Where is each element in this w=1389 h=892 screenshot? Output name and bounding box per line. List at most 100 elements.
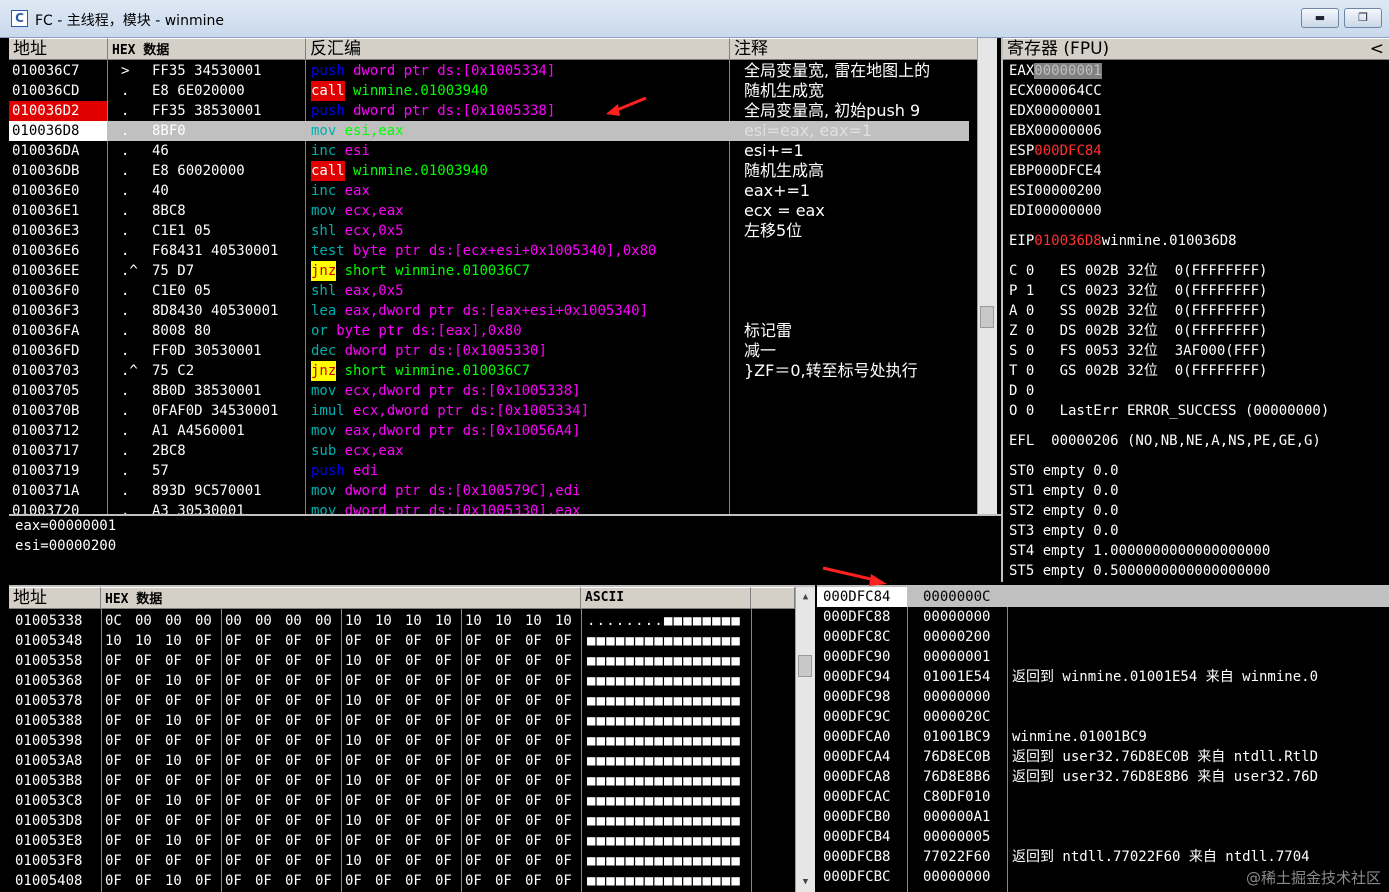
- dump-byte[interactable]: 0F: [165, 851, 182, 871]
- dump-byte[interactable]: 0F: [555, 871, 572, 891]
- dump-byte[interactable]: 0F: [495, 711, 512, 731]
- dump-byte[interactable]: 0F: [405, 631, 422, 651]
- stack-row[interactable]: 000DFC8C 00000200: [817, 627, 1389, 647]
- dump-byte[interactable]: 0F: [315, 651, 332, 671]
- disasm-row[interactable]: 010036EE .^ 75 D7 jnz short winmine.010036C7: [9, 261, 969, 281]
- dump-byte[interactable]: 0F: [195, 791, 212, 811]
- scrollbar-thumb[interactable]: [980, 306, 994, 328]
- dump-byte[interactable]: 10: [165, 831, 182, 851]
- dump-byte[interactable]: 0F: [345, 631, 362, 651]
- dump-byte[interactable]: 00: [165, 611, 182, 631]
- dump-byte[interactable]: 0F: [195, 831, 212, 851]
- stack-row[interactable]: 000DFC88 00000000: [817, 607, 1389, 627]
- dump-row[interactable]: 01005378 0F 0F 0F 0F 0F 0F 0F 0F 10 0F 0F 0F 0F 0F 0F 0F…: [9, 691, 795, 711]
- register-row-eip[interactable]: EIP010036D8winmine.010036D8: [1009, 231, 1237, 251]
- dump-byte[interactable]: 0F: [435, 851, 452, 871]
- dump-byte[interactable]: 0F: [495, 691, 512, 711]
- disasm-row[interactable]: 010036F3. 8D8430 40530001 lea eax,dword ptr…: [9, 301, 969, 321]
- fpu-row[interactable]: ST4 empty 1.0000000000000000000: [1009, 541, 1270, 561]
- dump-byte[interactable]: 0F: [315, 631, 332, 651]
- dump-byte[interactable]: 0F: [345, 791, 362, 811]
- fpu-row[interactable]: ST3 empty 0.0: [1009, 521, 1119, 541]
- stack-row[interactable]: 000DFC9C 0000020C: [817, 707, 1389, 727]
- dump-byte[interactable]: 0F: [165, 691, 182, 711]
- dump-byte[interactable]: 0F: [555, 771, 572, 791]
- dump-byte[interactable]: 0F: [315, 711, 332, 731]
- dump-byte[interactable]: 0F: [105, 711, 122, 731]
- dump-byte[interactable]: 0F: [435, 751, 452, 771]
- dump-byte[interactable]: 10: [345, 731, 362, 751]
- flag-row[interactable]: Z 0 DS 002B 32位 0(FFFFFFFF): [1009, 321, 1267, 341]
- register-value[interactable]: 00000001: [1034, 103, 1101, 119]
- dump-byte[interactable]: 0F: [495, 751, 512, 771]
- dump-byte[interactable]: 0F: [285, 711, 302, 731]
- dump-byte[interactable]: 0F: [135, 671, 152, 691]
- register-row[interactable]: EBX00000006: [1009, 121, 1102, 141]
- register-row[interactable]: EDI00000000: [1009, 201, 1102, 221]
- registers-pane[interactable]: 寄存器 (FPU) < EAX00000001 ECX000064CC EDX000…: [1001, 38, 1389, 582]
- dump-byte[interactable]: 0F: [405, 771, 422, 791]
- dump-byte[interactable]: 0F: [105, 871, 122, 891]
- register-value[interactable]: 000DFC84: [1034, 143, 1101, 159]
- dump-byte[interactable]: 0F: [315, 771, 332, 791]
- dump-header-hex[interactable]: HEX 数据: [101, 587, 581, 609]
- dump-row[interactable]: 01005338 0C 00 00 00 00 00 00 00 10 10 10 10 10 10 10 10…: [9, 611, 795, 631]
- dump-byte[interactable]: 0F: [465, 671, 482, 691]
- register-value[interactable]: 000064CC: [1034, 83, 1101, 99]
- dump-byte[interactable]: 0F: [135, 791, 152, 811]
- dump-byte[interactable]: 0F: [135, 691, 152, 711]
- dump-byte[interactable]: 0F: [345, 871, 362, 891]
- disasm-row[interactable]: 01003712. A1 A4560001 mov eax,dword ptr ds:…: [9, 421, 969, 441]
- dump-byte[interactable]: 0F: [135, 851, 152, 871]
- disasm-row[interactable]: 010036FD. FF0D 30530001 dec dword ptr ds:[0…: [9, 341, 969, 361]
- minimize-button[interactable]: ▬: [1301, 8, 1339, 28]
- register-value[interactable]: 00000006: [1034, 123, 1101, 139]
- dump-byte[interactable]: 0F: [195, 871, 212, 891]
- dump-row[interactable]: 010053B8 0F 0F 0F 0F 0F 0F 0F 0F 10 0F 0F 0F 0F 0F 0F 0F…: [9, 771, 795, 791]
- dump-byte[interactable]: 0F: [525, 711, 542, 731]
- column-header-disasm[interactable]: 反汇编: [306, 38, 730, 60]
- dump-byte[interactable]: 0F: [525, 851, 542, 871]
- dump-byte[interactable]: 0F: [135, 871, 152, 891]
- fpu-row[interactable]: ST0 empty 0.0: [1009, 461, 1119, 481]
- disasm-row[interactable]: 010036E0. 40 inc eax eax+=1: [9, 181, 969, 201]
- stack-row[interactable]: 000DFCA4 76D8EC0B 返回到 user32.76D8EC0B 来自 n…: [817, 747, 1389, 767]
- window-titlebar[interactable]: C FC - 主线程，模块 - winmine ▬ ❐: [0, 0, 1389, 38]
- register-row[interactable]: ESI00000200: [1009, 181, 1102, 201]
- dump-byte[interactable]: 0F: [285, 751, 302, 771]
- register-value[interactable]: 000DFCE4: [1034, 163, 1101, 179]
- dump-byte[interactable]: 0F: [555, 731, 572, 751]
- dump-byte[interactable]: 10: [345, 771, 362, 791]
- dump-byte[interactable]: 0F: [465, 651, 482, 671]
- dump-byte[interactable]: 0F: [435, 671, 452, 691]
- dump-byte[interactable]: 0F: [105, 751, 122, 771]
- dump-byte[interactable]: 0F: [225, 731, 242, 751]
- dump-row[interactable]: 010053A8 0F 0F 10 0F 0F 0F 0F 0F 0F 0F 0F 0F 0F 0F 0F 0F…: [9, 751, 795, 771]
- dump-byte[interactable]: 0F: [315, 731, 332, 751]
- dump-byte[interactable]: 0F: [345, 711, 362, 731]
- dump-byte[interactable]: 0F: [315, 671, 332, 691]
- dump-row[interactable]: 01005388 0F 0F 10 0F 0F 0F 0F 0F 0F 0F 0F 0F 0F 0F 0F 0F…: [9, 711, 795, 731]
- dump-byte[interactable]: 0F: [375, 671, 392, 691]
- dump-byte[interactable]: 0F: [435, 791, 452, 811]
- dump-byte[interactable]: 0F: [195, 751, 212, 771]
- scroll-down-icon[interactable]: ▼: [796, 874, 815, 890]
- dump-byte[interactable]: 0F: [435, 811, 452, 831]
- dump-byte[interactable]: 0F: [255, 791, 272, 811]
- dump-byte[interactable]: 0F: [255, 631, 272, 651]
- dump-byte[interactable]: 0F: [375, 871, 392, 891]
- dump-byte[interactable]: 10: [135, 631, 152, 651]
- dump-byte[interactable]: 0F: [195, 731, 212, 751]
- dump-byte[interactable]: 0F: [135, 811, 152, 831]
- register-row[interactable]: ECX000064CC: [1009, 81, 1102, 101]
- dump-byte[interactable]: 0F: [255, 671, 272, 691]
- dump-byte[interactable]: 0F: [435, 831, 452, 851]
- flag-row[interactable]: C 0 ES 002B 32位 0(FFFFFFFF): [1009, 261, 1267, 281]
- dump-byte[interactable]: 0F: [105, 811, 122, 831]
- dump-byte[interactable]: 10: [165, 711, 182, 731]
- register-row[interactable]: EBP000DFCE4: [1009, 161, 1102, 181]
- fpu-row[interactable]: ST1 empty 0.0: [1009, 481, 1119, 501]
- dump-byte[interactable]: 10: [165, 631, 182, 651]
- dump-byte[interactable]: 0F: [495, 731, 512, 751]
- disasm-row[interactable]: 010036DA. 46 inc esi esi+=1: [9, 141, 969, 161]
